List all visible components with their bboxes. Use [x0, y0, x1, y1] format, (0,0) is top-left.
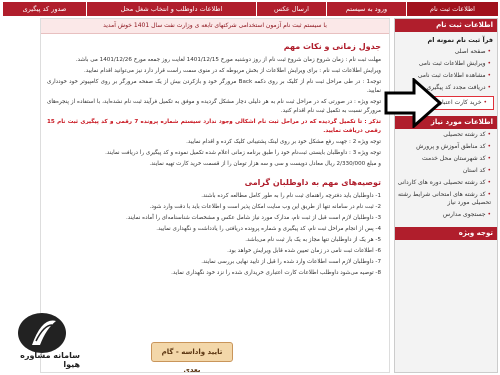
tip-item: 4- پس از انجام مراحل ثبت نام، کد پیگیری …	[156, 226, 381, 232]
watermark-logo: سامانه مشاوره هیوا	[2, 311, 80, 371]
sidebar-item-exam-fields[interactable]: کد رشته های امتحانی شرایط رشته تحصیلی مو…	[395, 189, 497, 209]
tab-applicant-info[interactable]: اطلاعات داوطلب و انتخاب شغل محل	[86, 2, 256, 16]
tip-item: 8- توصیه می‌شود داوطلب اطلاعات کارت اعتب…	[171, 270, 381, 276]
tab-upload-photo[interactable]: ارسال عکس	[256, 2, 326, 16]
paragraph: توجه ویژه 2 : جهت رفع مشکل خود بر روی لی…	[186, 139, 381, 145]
tip-item: 1- داوطلبان باید دفترچه راهنمای ثبت نام …	[201, 193, 381, 199]
tips-title: توصیه‌های مهم به داوطلبان گرامی	[244, 178, 381, 187]
tip-item: 2- ثبت نام در سامانه تنها از طریق این وب…	[149, 204, 381, 210]
sidebar-item-home[interactable]: صفحه اصلی	[395, 46, 497, 58]
paragraph-highlight: تذکر : تا تکمیل گردیده که در مراحل ثبت ن…	[47, 119, 381, 134]
tab-login[interactable]: ورود به سیستم	[326, 2, 406, 16]
sidebar-item-school-search[interactable]: جستجوی مدارس	[395, 209, 497, 221]
tab-tracking-code[interactable]: صدور کد پیگیری	[2, 2, 86, 16]
paragraph: توجه1 : در طی مراحل ثبت نام از کلیک بر ر…	[47, 79, 381, 94]
sidebar: اطلاعات ثبت نام فرآ ثبت نام نمونه ام صفح…	[394, 18, 498, 373]
paragraph: ویرایش اطلاعات ثبت نام : برای ویرایش اطل…	[84, 68, 381, 74]
confirm-next-button[interactable]: تایید واداسه - گام بعدی	[151, 342, 233, 372]
welcome-banner: با سیستم ثبت نام آزمون استخدامی شرکتهای …	[41, 19, 389, 34]
paragraph: توجه ویژه 3 : داوطلبان بایستی ثبت‌نام خو…	[105, 150, 381, 156]
sidebar-item-province-code[interactable]: کد استان	[395, 165, 497, 177]
tip-item: 7- داوطلبان لازم است اطلاعات وارد شده را…	[201, 259, 381, 265]
main-content: با سیستم ثبت نام آزمون استخدامی شرکتهای …	[40, 18, 390, 373]
paragraph: و مبلغ 2/330/000 ریال معادل دویست و سی و…	[149, 161, 381, 167]
top-nav-tabs: اطلاعات ثبت نام ورود به سیستم ارسال عکس …	[2, 2, 498, 16]
sidebar-section-title: فرآ ثبت نام نمونه ام	[427, 36, 493, 44]
section-title: جدول زمانی و نکات مهم	[283, 42, 381, 51]
sidebar-section3-header: توجه ویژه	[395, 227, 497, 240]
arrow-icon	[384, 78, 442, 128]
sidebar-item-edit-info[interactable]: ویرایش اطلاعات ثبت نامی	[395, 58, 497, 70]
paragraph: توجه ویژه : در صورتی که در مراحل ثبت نام…	[47, 99, 381, 114]
sidebar-item-region-code[interactable]: کد مناطق آموزش و پرورش	[395, 141, 497, 153]
logo-text: سامانه مشاوره هیوا	[20, 351, 80, 369]
sidebar-item-city-code[interactable]: کد شهرستان محل خدمت	[395, 153, 497, 165]
sidebar-header: اطلاعات ثبت نام	[395, 19, 497, 32]
tip-item: 6- اطلاعات ثبت نامی در زمان تعیین شده قا…	[227, 248, 381, 254]
tip-item: 3- داوطلبان لازم است قبل از ثبت نام، مدا…	[125, 215, 381, 221]
paragraph: مهلت ثبت نام : زمان شروع زمان شروع ثبت ن…	[75, 57, 381, 63]
sidebar-item-field-code[interactable]: کد رشته تحصیلی	[395, 129, 497, 141]
tip-item: 5- هر یک از داوطلبان تنها مجاز به یک بار…	[245, 237, 381, 243]
tab-registration-info[interactable]: اطلاعات ثبت نام	[406, 2, 498, 16]
sidebar-item-associate-code[interactable]: کد رشته تحصیلی دوره های کاردانی	[395, 177, 497, 189]
